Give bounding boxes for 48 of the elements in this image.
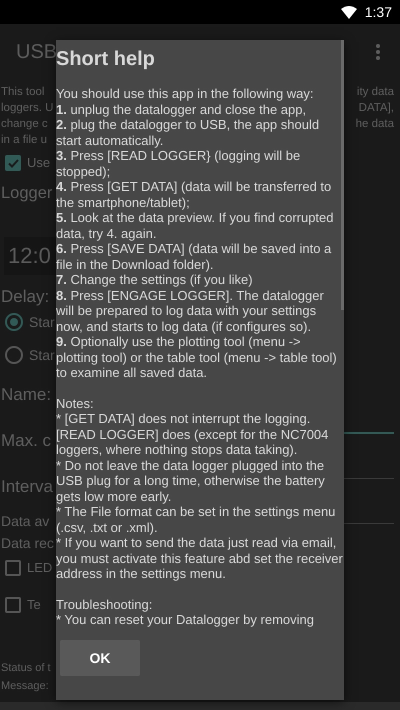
- status-text: Status of t: [1, 661, 51, 675]
- ok-button[interactable]: OK: [60, 640, 140, 676]
- field-label: Max. c: [1, 430, 52, 452]
- description-text: change c: [1, 117, 48, 132]
- note-text: * If you want to send the data just read via email, you must activate this feature abd set the receiver address in the settings menu.: [56, 535, 344, 582]
- dialog-title: Short help: [56, 48, 155, 70]
- radio-button[interactable]: [5, 313, 23, 331]
- description-text: This tool: [1, 85, 44, 100]
- troubleshooting-heading: Troubleshooting:: [56, 596, 154, 612]
- troubleshooting-text: * You can reset your Datalogger by removing: [56, 612, 315, 628]
- step-text: 4. Press [GET DATA] (data will be transferred to the smartphone/tablet);: [56, 179, 332, 210]
- checkbox-label: Te: [27, 596, 41, 614]
- step-text: 8. Press [ENGAGE LOGGER]. The datalogger will be prepared to log data with your settings now, and starts to log data (if configures so).: [56, 288, 325, 334]
- status-text: Message:: [1, 679, 49, 693]
- field-label: Interva: [1, 476, 53, 498]
- radio-button[interactable]: [5, 346, 23, 364]
- wifi-icon: [340, 6, 357, 18]
- status-time: 1:37: [364, 2, 392, 22]
- app-title: USB: [16, 40, 58, 63]
- description-text: DATA],: [358, 102, 394, 114]
- note-text: * The File format can be set in the settings menu (.csv, .txt or .xml).: [56, 504, 336, 535]
- checkbox-label: Use: [27, 154, 50, 172]
- step-text: 1. unplug the datalogger and close the app,: [56, 102, 308, 117]
- section-heading: Logger: [1, 183, 52, 204]
- checkbox[interactable]: [5, 155, 21, 171]
- radio-label: Star: [29, 312, 55, 332]
- description-text: ity data: [356, 86, 394, 98]
- step-text: 9. Optionally use the plotting tool (menu -> plotting tool) or the table tool (menu -> table tool) to examine all saved data.: [56, 334, 338, 380]
- radio-label: Star: [29, 346, 55, 364]
- description-text: in a file u: [1, 133, 48, 148]
- field-label: Name:: [1, 384, 52, 406]
- info-text: Data av: [1, 512, 50, 530]
- step-text: 7. Change the settings (if you like): [56, 272, 254, 288]
- description-text: loggers. U: [1, 101, 54, 116]
- overflow-menu-icon[interactable]: [376, 44, 380, 60]
- checkbox[interactable]: [5, 597, 21, 613]
- intro-text: You should use this app in the following way:: [56, 86, 315, 102]
- step-text: 2. plug the datalogger to USB, the app should start automatically.: [56, 117, 320, 148]
- checkbox-label: LED: [27, 559, 52, 578]
- note-text: * Do not leave the data logger plugged into the USB plug for a long time, otherwise the battery gets low more early.: [56, 458, 326, 504]
- checkmark-icon: [8, 158, 18, 168]
- note-text: * [GET DATA] does not interrupt the logging. [READ LOGGER] does (except for the NC7004 loggers, where nothing stops data taking).: [56, 411, 330, 458]
- description-text: he data: [356, 118, 394, 130]
- field-label: Delay:: [1, 286, 50, 308]
- checkbox[interactable]: [5, 560, 21, 576]
- notes-heading: Notes:: [56, 396, 95, 411]
- step-text: 3. Press [READ LOGGER} (logging will be stopped);: [56, 148, 302, 179]
- info-text: Data rec: [1, 534, 54, 552]
